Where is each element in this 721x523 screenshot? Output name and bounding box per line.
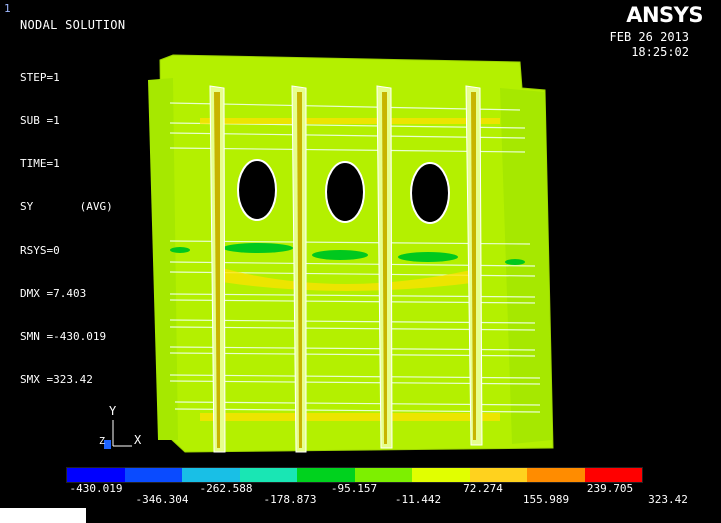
legend-swatch <box>527 468 585 482</box>
legend-swatch <box>239 468 297 482</box>
legend-swatch <box>469 468 527 482</box>
legend-swatch <box>412 468 470 482</box>
plate-flange-left <box>148 78 178 440</box>
triad-z-label: Z <box>99 436 106 447</box>
legend-swatch <box>67 468 125 482</box>
plate-cutouts <box>237 159 450 224</box>
legend-swatch <box>182 468 240 482</box>
status-strip <box>0 508 86 523</box>
triad-y-label: Y <box>109 404 117 418</box>
contour-plot[interactable] <box>0 0 721 523</box>
contour-legend <box>66 467 643 483</box>
triad-x-label: X <box>134 433 142 447</box>
legend-swatch <box>354 468 412 482</box>
legend-swatch <box>584 468 642 482</box>
coordinate-triad <box>104 420 132 449</box>
legend-swatch <box>297 468 355 482</box>
legend-swatch <box>124 468 182 482</box>
